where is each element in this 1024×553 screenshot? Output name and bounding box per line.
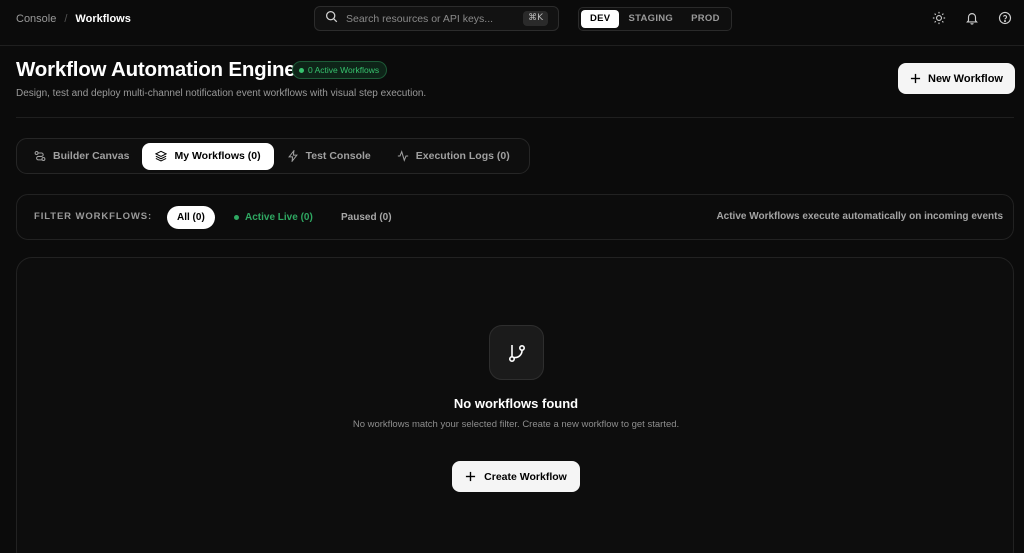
breadcrumb-current: Workflows <box>75 13 131 25</box>
active-dot <box>234 215 239 220</box>
filter-all[interactable]: All (0) <box>167 206 215 229</box>
filter-bar: FILTER WORKFLOWS: All (0) Active Live (0… <box>16 194 1014 240</box>
tab-my-workflows[interactable]: My Workflows (0) <box>142 142 274 170</box>
page-subtitle: Design, test and deploy multi-channel no… <box>16 88 427 99</box>
filter-paused[interactable]: Paused (0) <box>331 206 402 229</box>
breadcrumb-separator: / <box>64 13 68 25</box>
tab-execution-logs[interactable]: Execution Logs (0) <box>384 143 523 170</box>
header-divider <box>16 117 1014 118</box>
environment-switcher: DEV STAGING PROD <box>578 7 732 31</box>
create-workflow-button[interactable]: Create Workflow <box>452 461 580 492</box>
activity-icon <box>397 150 408 162</box>
new-workflow-label: New Workflow <box>928 72 1003 85</box>
filter-active-label: Active Live (0) <box>245 212 313 223</box>
filter-active-live[interactable]: Active Live (0) <box>224 206 323 229</box>
empty-state-title: No workflows found <box>453 396 579 411</box>
tab-label: Test Console <box>305 150 371 162</box>
new-workflow-button[interactable]: New Workflow <box>898 63 1015 94</box>
top-icons <box>932 11 1012 25</box>
bell-icon[interactable] <box>965 11 979 25</box>
zap-icon <box>287 150 298 162</box>
search-icon <box>325 10 338 28</box>
search-input[interactable] <box>346 12 521 25</box>
plus-icon <box>910 73 921 84</box>
env-prod[interactable]: PROD <box>682 10 729 28</box>
breadcrumb: Console / Workflows <box>16 13 131 25</box>
page-title: Workflow Automation Engine <box>16 58 296 81</box>
tab-builder-canvas[interactable]: Builder Canvas <box>21 143 142 170</box>
tab-label: Execution Logs (0) <box>415 150 510 162</box>
empty-state-description: No workflows match your selected filter.… <box>352 419 680 430</box>
filter-hint: Active Workflows execute automatically o… <box>716 211 1003 222</box>
tab-label: My Workflows (0) <box>174 150 261 162</box>
env-dev[interactable]: DEV <box>581 10 620 28</box>
tab-bar: Builder Canvas My Workflows (0) Test Con… <box>16 138 530 174</box>
route-icon <box>34 151 46 161</box>
git-branch-icon <box>508 344 525 362</box>
tab-test-console[interactable]: Test Console <box>274 143 384 170</box>
filter-label: FILTER WORKFLOWS: <box>34 211 153 222</box>
status-dot <box>299 67 304 73</box>
search-bar: ⌘K <box>314 6 559 31</box>
badge-label: 0 Active Workflows <box>308 65 380 75</box>
search-shortcut: ⌘K <box>523 11 548 26</box>
top-bar: Console / Workflows ⌘K DEV STAGING PROD <box>0 0 1024 46</box>
create-workflow-label: Create Workflow <box>484 470 567 483</box>
workflows-panel: No workflows found No workflows match yo… <box>16 257 1014 553</box>
sun-icon[interactable] <box>932 11 946 25</box>
env-staging[interactable]: STAGING <box>619 10 682 28</box>
breadcrumb-console[interactable]: Console <box>16 13 56 25</box>
tab-label: Builder Canvas <box>53 150 130 162</box>
empty-state-icon-box <box>489 325 544 380</box>
layers-icon <box>155 150 168 162</box>
plus-icon <box>466 471 476 482</box>
active-workflows-badge: 0 Active Workflows <box>292 61 388 79</box>
help-circle-icon[interactable] <box>998 11 1012 25</box>
